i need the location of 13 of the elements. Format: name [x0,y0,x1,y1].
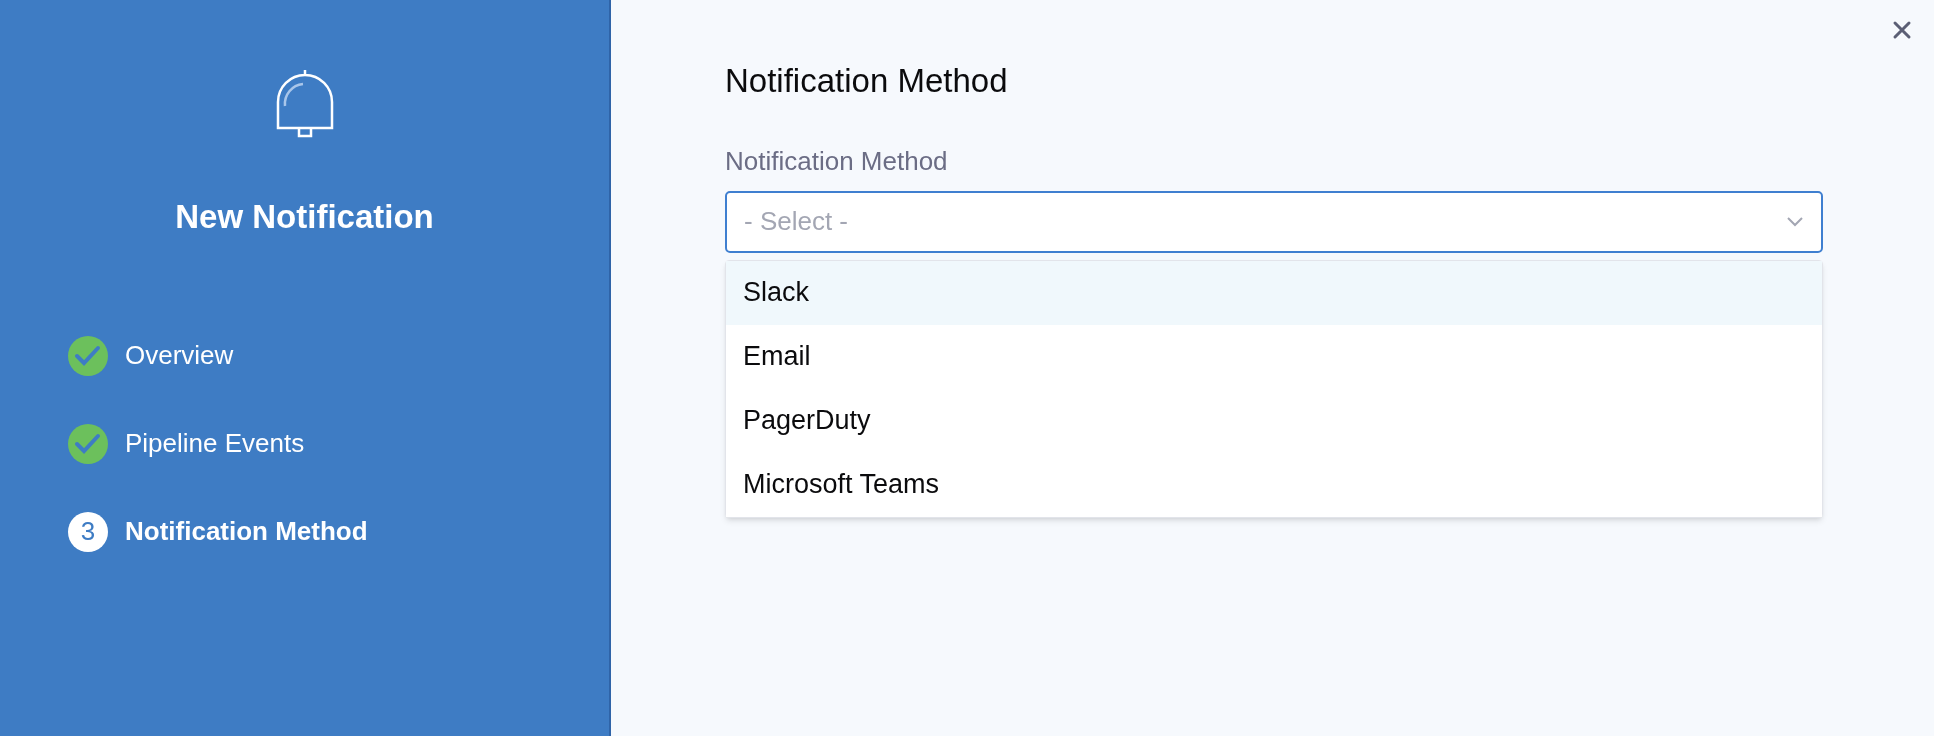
step-label[interactable]: Notification Method [125,512,368,551]
dropdown-option[interactable]: PagerDuty [726,388,1822,453]
select-placeholder: - Select - [744,205,849,238]
dropdown-option[interactable]: Microsoft Teams [726,452,1822,517]
dropdown-option[interactable]: Email [726,324,1822,389]
field-label: Notification Method [725,144,949,178]
sidebar-title: New Notification [175,197,434,237]
step-label[interactable]: Pipeline Events [125,424,305,463]
section-heading: Notification Method [725,61,1009,101]
step-number: 3 [68,511,108,552]
step-label[interactable]: Overview [125,336,234,375]
chevron-down-icon [1786,215,1804,228]
dropdown-option[interactable]: Slack [726,260,1822,325]
